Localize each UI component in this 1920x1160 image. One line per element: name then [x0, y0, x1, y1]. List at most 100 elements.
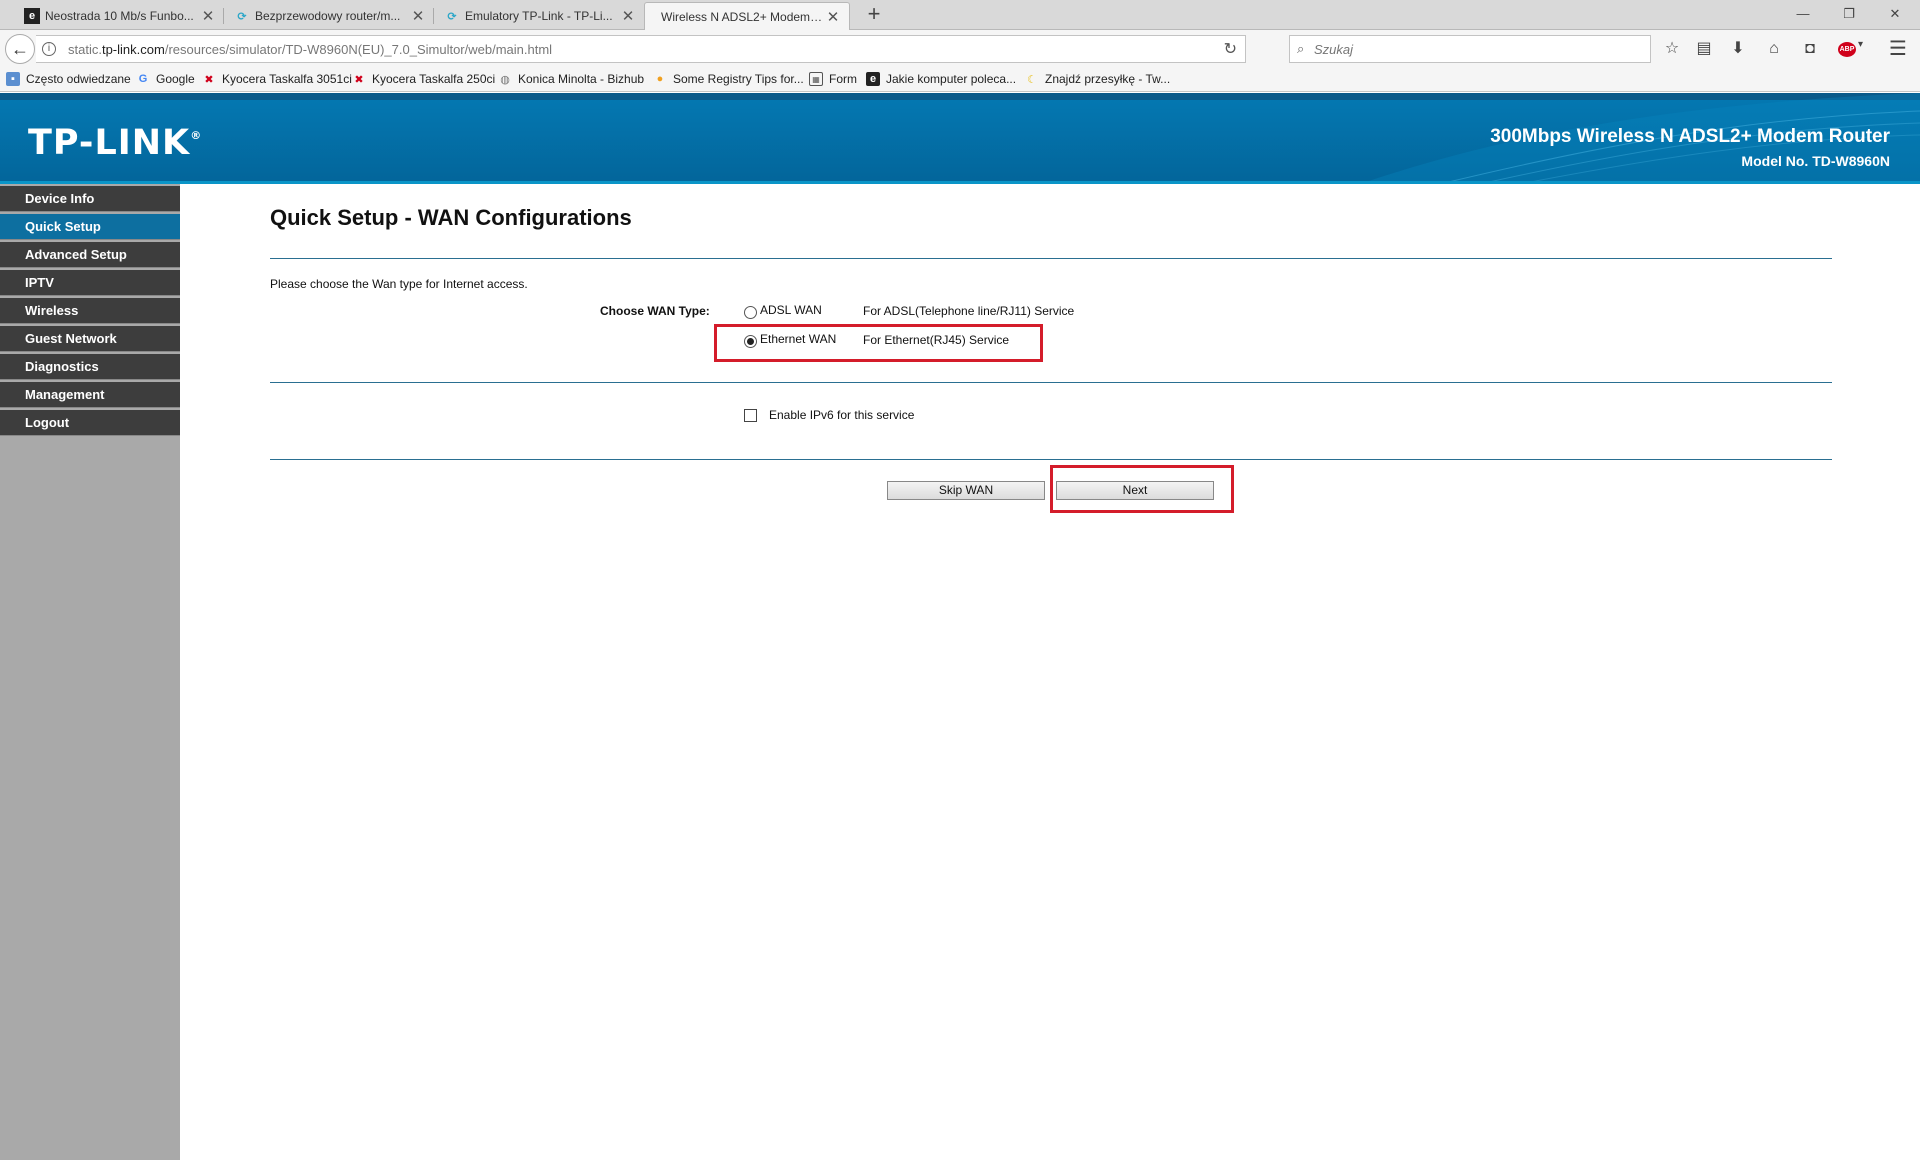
back-arrow-icon: ← — [11, 38, 29, 59]
bookmark-label: Znajdź przesyłkę - Tw... — [1045, 72, 1171, 86]
tplink-favicon-icon: ⟳ — [447, 10, 457, 23]
bookmark-item[interactable]: e Jakie komputer poleca... — [866, 72, 1016, 86]
url-text: static.tp-link.com/resources/simulator/T… — [68, 42, 552, 57]
sidebar-item-wireless[interactable]: Wireless — [0, 298, 180, 324]
sidebar-item-device-info[interactable]: Device Info — [0, 186, 180, 212]
tplink-logo: TP-LINK® — [28, 123, 202, 163]
bookmark-star-icon[interactable]: ☆ — [1660, 37, 1684, 61]
ethernet-wan-label: Ethernet WAN — [760, 332, 837, 346]
divider — [270, 258, 1832, 259]
tab-title: Neostrada 10 Mb/s Funbo... — [45, 9, 194, 23]
tab-title: Wireless N ADSL2+ Modem R... — [661, 9, 825, 24]
url-bar[interactable]: i static.tp-link.com/resources/simulator… — [36, 35, 1246, 63]
adsl-wan-description: For ADSL(Telephone line/RJ11) Service — [863, 304, 1075, 318]
adsl-wan-radio[interactable] — [744, 306, 757, 319]
form-icon: ▦ — [809, 72, 823, 86]
product-name: 300Mbps Wireless N ADSL2+ Modem Router — [1490, 126, 1890, 147]
divider — [270, 382, 1832, 383]
reload-icon[interactable]: ↻ — [1224, 39, 1237, 59]
url-domain: tp-link.com — [101, 42, 165, 57]
google-icon: G — [138, 73, 148, 85]
adsl-wan-label: ADSL WAN — [760, 303, 822, 317]
ethernet-wan-radio[interactable] — [744, 335, 757, 348]
pocket-icon[interactable]: ◘ — [1798, 37, 1822, 61]
url-prefix: static. — [68, 42, 102, 57]
tplink-favicon-icon: ⟳ — [237, 10, 247, 23]
site-favicon-icon: e — [24, 8, 40, 24]
close-tab-icon[interactable]: ✕ — [620, 7, 636, 25]
sidebar-item-advanced-setup[interactable]: Advanced Setup — [0, 242, 180, 268]
registry-icon: ● — [656, 73, 664, 85]
browser-tab[interactable]: ⟳ Emulatory TP-Link - TP-Li... ✕ — [438, 2, 644, 30]
bookmark-item[interactable]: ▦ Form — [809, 72, 857, 86]
bookmark-label: Form — [829, 72, 857, 86]
wan-type-label: Choose WAN Type: — [600, 304, 710, 318]
bookmark-item[interactable]: ✖ Kyocera Taskalfa 250ci — [352, 72, 495, 86]
bookmark-label: Kyocera Taskalfa 250ci — [372, 72, 496, 86]
reading-list-icon[interactable]: ▤ — [1692, 37, 1716, 61]
intro-text: Please choose the Wan type for Internet … — [270, 277, 528, 291]
site-favicon-icon: e — [866, 72, 880, 86]
enable-ipv6-checkbox[interactable] — [744, 409, 757, 422]
bookmarks-bar: ▪ Często odwiedzane G Google ✖ Kyocera Task… — [0, 68, 1920, 92]
menu-hamburger-icon[interactable]: ☰ — [1886, 37, 1910, 61]
browser-nav-bar: ← i static.tp-link.com/resources/simulat… — [0, 30, 1920, 68]
browser-tab[interactable]: ⟳ Bezprzewodowy router/m... ✕ — [228, 2, 434, 30]
new-tab-button[interactable]: + — [862, 3, 886, 27]
close-window-button[interactable]: ✕ — [1872, 0, 1918, 28]
chevron-down-icon[interactable]: ▾ — [1858, 39, 1863, 50]
search-input[interactable] — [1314, 40, 1634, 58]
logo-text: TP-LINK — [28, 123, 191, 163]
tab-separator — [223, 8, 224, 24]
divider — [270, 459, 1832, 460]
info-icon[interactable]: i — [42, 42, 56, 56]
bookmark-label: Google — [156, 72, 195, 86]
sidebar-item-iptv[interactable]: IPTV — [0, 270, 180, 296]
sidebar-item-diagnostics[interactable]: Diagnostics — [0, 354, 180, 380]
url-path: /resources/simulator/TD-W8960N(EU)_7.0_S… — [164, 42, 553, 57]
search-bar[interactable]: ⌕ — [1289, 35, 1651, 63]
kyocera-icon: ✖ — [204, 73, 214, 86]
bookmark-folder-icon: ▪ — [6, 72, 20, 86]
model-number: Model No. TD-W8960N — [1741, 153, 1890, 169]
page-title: Quick Setup - WAN Configurations — [270, 205, 632, 230]
bookmark-item[interactable]: ● Some Registry Tips for... — [653, 72, 804, 86]
enable-ipv6-label: Enable IPv6 for this service — [769, 408, 915, 422]
search-icon: ⌕ — [1297, 41, 1305, 56]
back-button[interactable]: ← — [5, 34, 35, 64]
skip-wan-button[interactable]: Skip WAN — [887, 481, 1045, 500]
sidebar-item-management[interactable]: Management — [0, 382, 180, 408]
sidebar-menu: Device Info Quick Setup Advanced Setup I… — [0, 184, 180, 1160]
minimize-window-button[interactable]: — — [1780, 0, 1826, 28]
browser-tab[interactable]: e Neostrada 10 Mb/s Funbo... ✕ — [18, 2, 224, 30]
adblock-icon[interactable]: ABP — [1838, 42, 1856, 57]
next-button[interactable]: Next — [1056, 481, 1214, 500]
bookmark-label: Jakie komputer poleca... — [886, 72, 1017, 86]
ethernet-wan-description: For Ethernet(RJ45) Service — [863, 333, 1010, 347]
bookmark-label: Kyocera Taskalfa 3051ci — [222, 72, 352, 86]
router-header: TP-LINK® 300Mbps Wireless N ADSL2+ Modem… — [0, 93, 1920, 184]
sidebar-item-logout[interactable]: Logout — [0, 410, 180, 436]
close-tab-icon[interactable]: ✕ — [200, 7, 216, 25]
bookmark-label: Konica Minolta - Bizhub — [518, 72, 645, 86]
close-tab-icon[interactable]: ✕ — [410, 7, 426, 25]
kyocera-icon: ✖ — [354, 73, 364, 86]
tab-title: Bezprzewodowy router/m... — [255, 9, 401, 23]
restore-window-button[interactable]: ❐ — [1826, 0, 1872, 28]
globe-icon: ◍ — [500, 73, 510, 86]
bookmark-item[interactable]: ☾ Znajdź przesyłkę - Tw... — [1025, 72, 1170, 86]
tab-separator — [433, 8, 434, 24]
bookmark-item[interactable]: ✖ Kyocera Taskalfa 3051ci — [202, 72, 352, 86]
bookmark-item[interactable]: G Google — [136, 72, 195, 86]
tab-title: Emulatory TP-Link - TP-Li... — [465, 9, 613, 23]
sidebar-item-quick-setup[interactable]: Quick Setup — [0, 214, 180, 240]
bookmark-label: Some Registry Tips for... — [673, 72, 804, 86]
bookmark-item[interactable]: ◍ Konica Minolta - Bizhub — [498, 72, 644, 86]
browser-tab-active[interactable]: Wireless N ADSL2+ Modem R... ✕ — [644, 2, 850, 30]
close-tab-icon[interactable]: ✕ — [825, 8, 841, 26]
sidebar-item-guest-network[interactable]: Guest Network — [0, 326, 180, 352]
browser-tab-bar: e Neostrada 10 Mb/s Funbo... ✕ ⟳ Bezprze… — [0, 0, 1920, 30]
bookmark-item[interactable]: ▪ Często odwiedzane — [6, 72, 131, 86]
home-icon[interactable]: ⌂ — [1762, 37, 1786, 61]
download-icon[interactable]: ⬇ — [1726, 37, 1750, 61]
